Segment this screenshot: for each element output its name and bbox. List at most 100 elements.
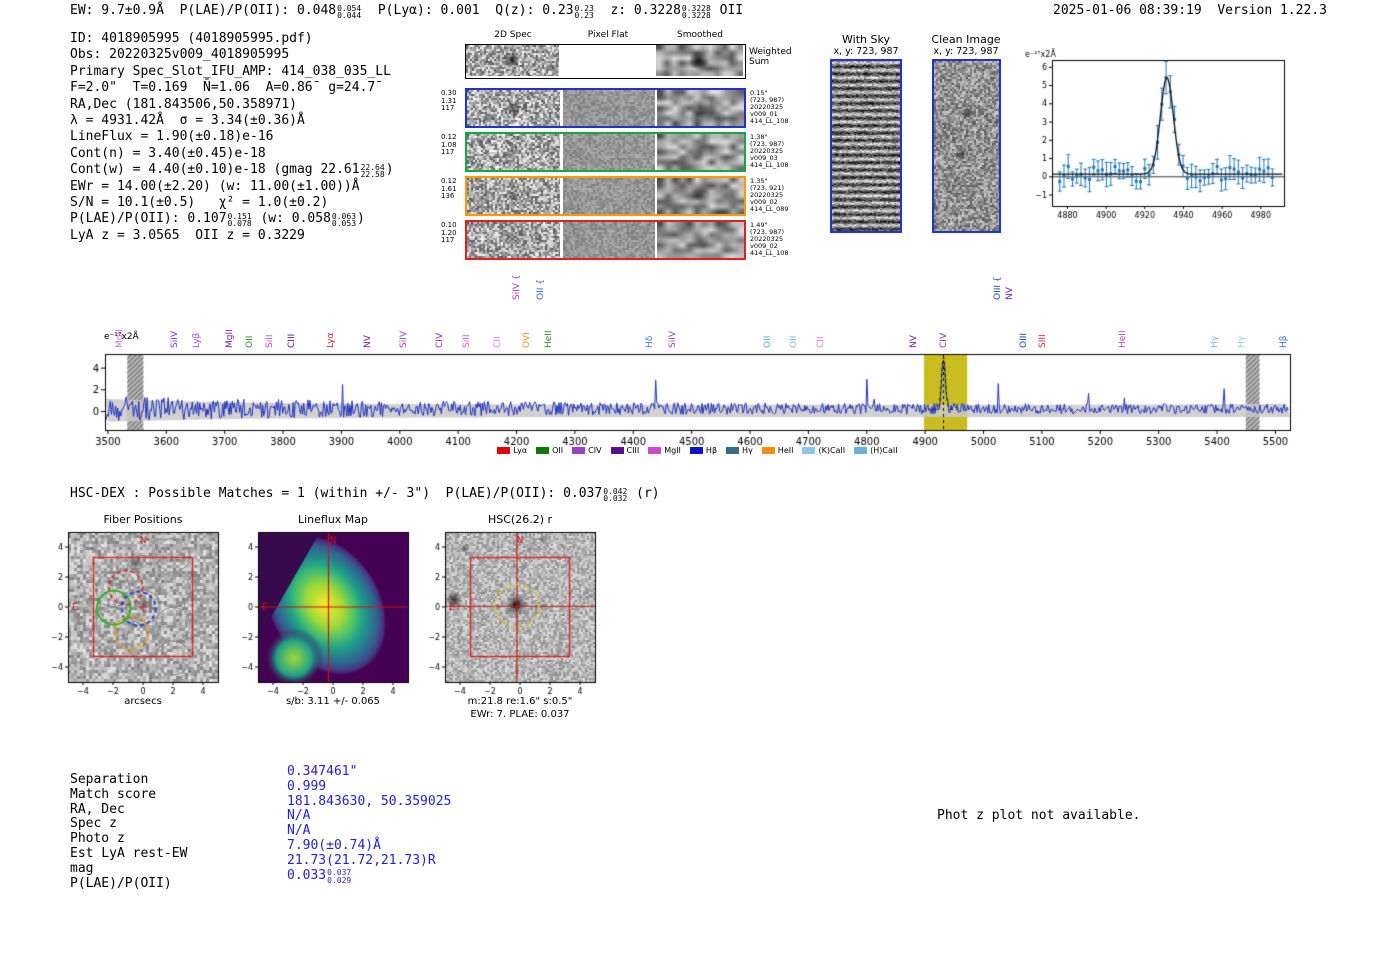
hsc-xlabel: m:21.8 re:1.6" s:0.5" [467,696,573,707]
sub-value: 0.23 [574,11,594,20]
emission-line-label: OII [763,335,774,348]
text-segment: ID: 4018905995 (4018905995.pdf) [70,31,313,46]
fiber-positions-plot [40,524,245,714]
text-segment: LineFlux = 1.90(±0.18)e-16 [70,129,274,145]
legend-swatch [536,447,550,454]
fiber-weights-label: 0.12 1.61 136 [441,177,457,201]
weight-value: 136 [441,192,455,201]
emission-line-label: SIII [1037,334,1048,348]
sub-value: 0.029 [327,875,352,885]
text-segment: λ = 4931.42Å σ = 3.34(±0.36)Å [70,112,305,128]
emission-line-label: Hγ [1237,335,1248,348]
match-value: N/A [287,808,451,824]
cutout-row [465,44,746,79]
info-value: 414_LL_089 [750,205,789,213]
match-value: 0.999 [287,779,451,795]
info-line: LyA z = 3.0565 OII z = 0.3229 [70,228,394,244]
fiber-info-label: 0.15" (723, 987) 20220325 v009_01 414_LL_108 [750,90,789,125]
elixer-detection-report: EW: 9.7±0.9Å P(LAE)/P(OII): 0.048 0.054 0.… [0,0,1400,953]
pixel-flat-image [563,90,655,126]
2d-spec-image [466,45,559,76]
match-value: N/A [287,823,451,839]
with-sky-title: With Sky [842,33,890,46]
text-segment: Obs: 20220325v009_4018905995 [70,47,290,63]
smoothed-image [657,178,744,214]
sub-value: 0.078 [227,219,252,229]
text-segment: HSC-DEX : Possible Matches = 1 (within +… [70,486,603,501]
column-header-2d-spec: 2D Spec [494,30,532,40]
sup-sub-value: 0.042 0.032 [603,487,627,503]
legend-label: OII [552,446,564,455]
fiber-weights-label: 0.12 1.08 117 [441,133,457,157]
emission-line-label: NV [362,335,373,348]
text-segment: (w: 0.058 [252,211,331,227]
legend-swatch [572,447,586,454]
emission-line-label: Lyβ [192,332,203,348]
text-segment: EWr = 14.00(±2.20) (w: 11.00(±1.00))Å [70,178,360,194]
cutout-row [465,176,746,216]
with-sky-image [832,61,900,231]
emission-line-label: NV [1005,287,1016,300]
info-line: Cont(n) = 3.40(±0.45)e-18 [70,146,394,162]
emission-line-label: OIII { [993,276,1004,300]
text-segment: P(LAE)/P(OII): 0.107 [70,211,227,227]
legend-swatch [761,447,775,454]
2d-spec-image [467,178,560,214]
clean-image-coords: x, y: 723, 987 [933,46,999,57]
legend-swatch [802,447,816,454]
with-sky-coords: x, y: 723, 987 [833,46,899,57]
emission-line-label: Hβ [1279,335,1290,348]
legend-item: OII [536,446,563,455]
cutout-row [465,88,746,128]
info-line: F=2.0" T=0.169 N̄=1.06 A=0.86̄ g=24.7̄ [70,80,394,96]
match-label: P(LAE)/P(OII) [70,875,172,891]
cutout-row [465,132,746,172]
text-segment: N/A [287,823,311,839]
weight-value: 117 [441,236,455,245]
emission-line-label: SiIV [399,330,410,348]
legend-item: HeII [761,446,794,455]
sup-sub-value: 0.3228 0.3228 [682,4,711,20]
text-segment: Cont(w) = 4.40(±0.10)e-18 (gmag 22.61 [70,162,360,178]
pixel-flat-image [563,222,655,258]
text-segment: LyA z = 3.0565 OII z = 0.3229 [70,227,305,243]
text-segment: EW: 9.7±0.9Å P(LAE)/P(OII): 0.048 [70,3,337,18]
legend-label: (H)CaII [870,446,898,455]
pixel-flat-image [563,134,655,170]
legend-item: MgII [648,446,681,455]
legend-label: Hβ [705,446,718,455]
text-segment: 0.033 [287,867,327,883]
legend-swatch [689,447,703,454]
hsc-dex-summary: HSC-DEX : Possible Matches = 1 (within +… [70,486,660,503]
match-table-values: 0.347461" 0.999 181.843630, 50.359025 N/A N/… [287,764,452,885]
text-segment: 181.843630, 50.359025 [287,793,452,809]
emission-line-label: MgII [225,329,236,348]
emission-line-label: SiII [264,334,275,348]
hsc-xlabel2: EWr: 7. PLAE: 0.037 [470,709,570,720]
info-line: P(LAE)/P(OII): 0.107 0.151 0.078 (w: 0.058… [70,211,394,227]
match-table-labels: Separation Match score RA, Dec Spec z Photo … [70,772,187,891]
text-segment: RA,Dec (181.843506,50.358971) [70,96,297,112]
smoothed-image [657,90,744,126]
fiber-weights-label: 0.10 1.20 117 [441,221,457,245]
line-fit-plot [1022,48,1292,230]
legend-item: Hγ [726,446,753,455]
smoothed-image [656,45,743,76]
text-segment: Cont(n) = 3.40(±0.45)e-18 [70,145,266,161]
2d-spec-image [467,134,560,170]
match-label: mag [70,860,94,876]
header-summary: EW: 9.7±0.9Å P(LAE)/P(OII): 0.048 0.054 0.… [70,3,743,20]
emission-line-label: NV [909,335,920,348]
pixel-flat-image [563,178,655,214]
legend-item: CIII [610,446,639,455]
text-segment: ) [385,162,394,178]
info-line: Cont(w) = 4.40(±0.10)e-18 (gmag 22.61 22.… [70,162,394,178]
clean-image [934,61,999,231]
legend-label: HeII [777,446,794,455]
text-segment: P(Lyα): 0.001 Q(z): 0.23 [362,3,574,18]
info-line: λ = 4931.42Å σ = 3.34(±0.36)Å [70,113,394,129]
smoothed-image [657,134,744,170]
sup-sub-value: 22.64 22.58 [361,163,385,179]
column-header-smoothed: Smoothed [677,30,723,40]
text-segment: z: 0.3228 [594,3,681,18]
